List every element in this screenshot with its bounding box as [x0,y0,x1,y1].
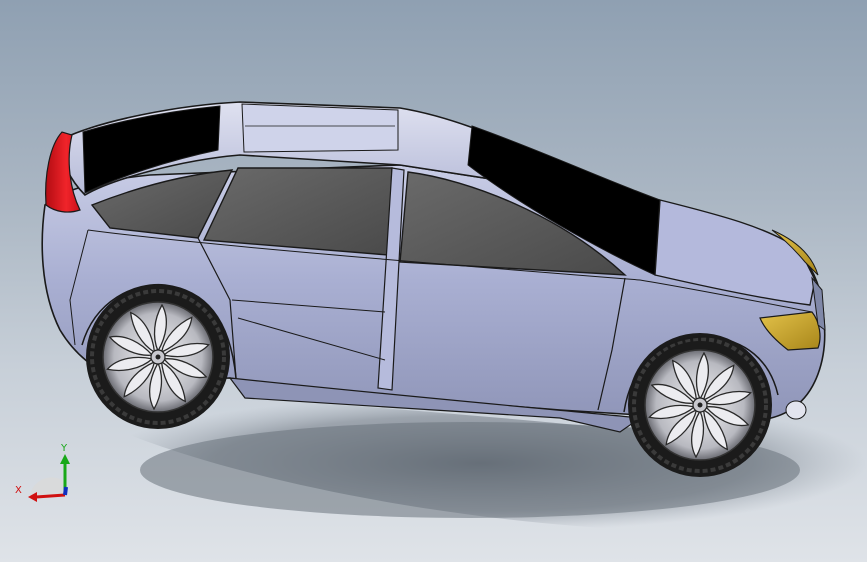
fog-light [785,400,807,420]
z-axis-arrow-icon [63,486,68,496]
rear-door-window [202,167,393,256]
graphics-viewport[interactable]: Y X [0,0,867,562]
front-wheel[interactable] [628,333,772,477]
coordinate-triad[interactable]: Y X [10,440,80,510]
triad-x-label: X [15,485,22,496]
triad-y-label: Y [60,443,68,454]
car-model-3d-view[interactable] [0,0,867,562]
sunroof-panel [241,103,399,153]
triad-base-arc [30,477,65,495]
